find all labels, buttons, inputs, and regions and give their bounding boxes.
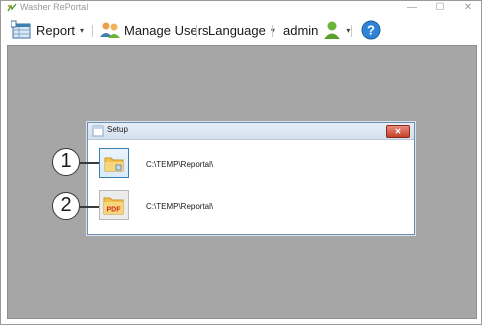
minimize-button[interactable]: — (399, 1, 425, 15)
maximize-button[interactable]: ☐ (427, 1, 453, 15)
user-name-label: admin (283, 22, 319, 38)
chevron-down-icon: ▾ (80, 25, 85, 35)
folder-path-label: C:\TEMP\Reportal\ (146, 160, 214, 169)
menu-bar: Report ▾ Manage Users Language ▾ admin (1, 15, 481, 45)
language-label: Language (208, 22, 266, 38)
menu-separator (92, 25, 93, 37)
folder-path-button[interactable] (99, 148, 129, 178)
close-button[interactable]: ✕ (455, 1, 481, 15)
folder-icon (104, 157, 124, 172)
help-icon: ? (361, 20, 381, 40)
menu-separator (272, 25, 273, 37)
menu-separator (351, 25, 352, 37)
user-menu[interactable]: admin ▾ (283, 15, 350, 45)
chevron-down-icon: ▾ (346, 25, 351, 35)
callout-1-line (80, 162, 99, 164)
app-title: Washer RePortal (20, 2, 89, 12)
pdf-path-button[interactable]: PDF (99, 190, 129, 220)
svg-text:?: ? (367, 23, 375, 38)
callout-2-line (80, 206, 99, 208)
users-icon (100, 22, 120, 38)
pdf-icon-text: PDF (107, 207, 122, 214)
pdf-folder-icon: PDF (103, 197, 124, 215)
app-window: Washer RePortal — ☐ ✕ Report ▾ Manage Us… (0, 0, 482, 325)
setup-icon (92, 125, 104, 137)
setup-dialog: Setup ✕ C:\TEMP\Reportal\ PDF C:\TEMP\Re… (87, 122, 415, 235)
report-icon (11, 20, 31, 39)
menu-separator (196, 25, 197, 37)
help-button[interactable]: ? (361, 15, 381, 45)
dialog-title-bar: Setup ✕ (88, 123, 414, 140)
dialog-title: Setup (107, 125, 128, 134)
pdf-path-label: C:\TEMP\Reportal\ (146, 202, 214, 211)
manage-users-menu[interactable]: Manage Users (99, 15, 209, 45)
report-menu[interactable]: Report ▾ (11, 15, 84, 45)
callout-2: 2 (52, 192, 80, 220)
report-menu-label: Report (36, 22, 76, 38)
app-logo-icon (7, 3, 17, 12)
title-bar: Washer RePortal — ☐ ✕ (1, 1, 481, 15)
language-menu[interactable]: Language ▾ (208, 15, 275, 45)
callout-1: 1 (52, 148, 80, 176)
user-icon (324, 21, 341, 39)
dialog-close-button[interactable]: ✕ (386, 125, 410, 138)
